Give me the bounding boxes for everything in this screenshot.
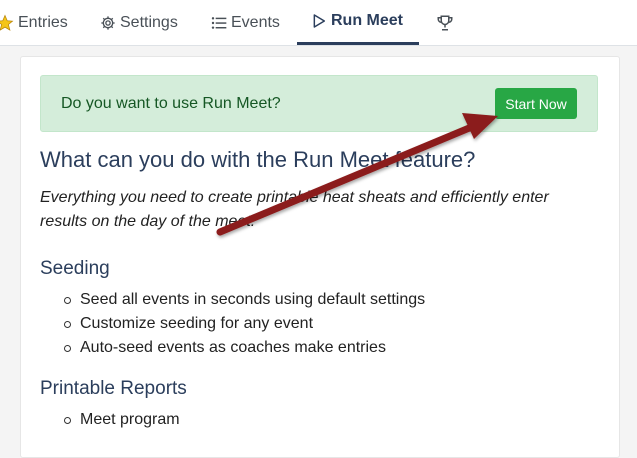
list-item: Auto-seed events as coaches make entries [63,336,425,360]
reports-list: Meet program [64,408,180,432]
trophy-icon [436,14,454,32]
lead-text: Everything you need to create printable … [40,189,549,230]
tab-events-label: Events [231,13,280,31]
tab-awards[interactable] [436,0,458,45]
gear-icon [100,15,116,31]
run-meet-alert: Do you want to use Run Meet? Start Now [40,75,598,132]
top-nav: Entries Settings Events Run Meet [0,0,637,46]
tab-entries-label: Entries [18,13,68,31]
star-icon [0,14,14,32]
tab-events[interactable]: Events [211,0,280,45]
section-heading-printable-reports: Printable Reports [40,378,187,399]
start-now-button[interactable]: Start Now [495,88,577,119]
tab-settings[interactable]: Settings [100,0,178,45]
tab-entries[interactable]: Entries [0,0,68,45]
seeding-list: Seed all events in seconds using default… [63,288,425,360]
alert-question: Do you want to use Run Meet? [61,95,281,112]
tab-settings-label: Settings [120,13,178,31]
list-item: Customize seeding for any event [63,312,425,336]
section-heading-seeding: Seeding [40,258,110,279]
tab-run-meet-label: Run Meet [331,12,403,29]
list-item: Seed all events in seconds using default… [63,288,425,312]
play-icon [311,13,327,29]
list-icon [211,15,227,31]
tab-run-meet[interactable]: Run Meet [297,0,419,45]
page-title: What can you do with the Run Meet featur… [40,147,476,172]
list-item: Meet program [64,408,180,432]
